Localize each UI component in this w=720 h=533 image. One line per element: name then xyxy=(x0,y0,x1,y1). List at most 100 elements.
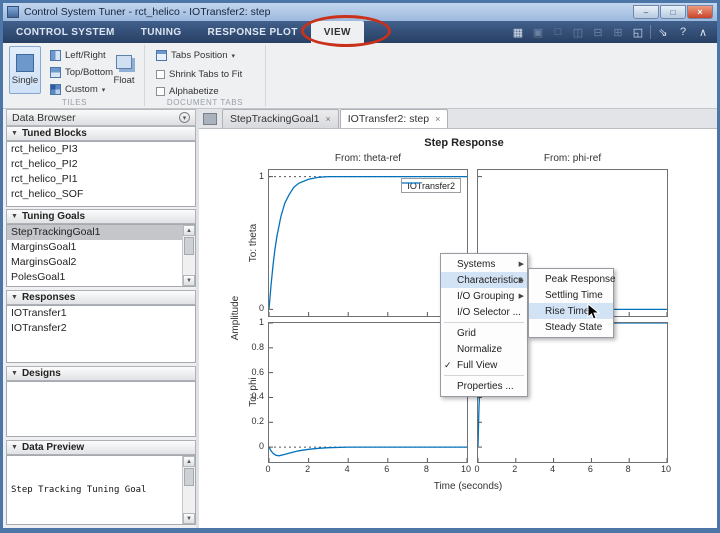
subplot-theta-ref-to-phi[interactable] xyxy=(268,322,468,463)
tile-single-icon[interactable]: □ xyxy=(550,24,566,40)
y-axis-label: Amplitude xyxy=(229,295,241,341)
section-header-tuned-blocks[interactable]: ▼ Tuned Blocks xyxy=(6,126,196,141)
scroll-down-icon[interactable]: ▼ xyxy=(183,275,195,286)
float-button[interactable]: Float xyxy=(109,46,139,94)
panel-menu-icon[interactable]: ▾ xyxy=(179,112,190,123)
titlebar[interactable]: Control System Tuner - rct_helico - IOTr… xyxy=(3,3,717,21)
x-tick-label: 0 xyxy=(265,464,271,474)
list-item[interactable]: rct_helico_PI2 xyxy=(7,157,195,172)
minimize-icon: – xyxy=(643,7,649,17)
x-tick-label: 6 xyxy=(384,464,390,474)
menu-item-characteristics[interactable]: Characteristics ▶ xyxy=(441,272,527,288)
menu-separator xyxy=(444,322,524,323)
menu-item-steady-state[interactable]: Steady State xyxy=(529,319,613,335)
single-tile-icon xyxy=(16,54,34,72)
single-tile-label: Single xyxy=(11,75,39,86)
maximize-button[interactable]: □ xyxy=(660,5,686,19)
top-bottom-button[interactable]: Top/Bottom xyxy=(47,65,116,80)
export-figure-icon[interactable]: ▦ xyxy=(510,24,526,40)
scroll-up-icon[interactable]: ▲ xyxy=(183,225,195,236)
menu-item-properties[interactable]: Properties ... xyxy=(441,378,527,394)
menu-item-systems[interactable]: Systems ▶ xyxy=(441,256,527,272)
close-tab-icon[interactable]: × xyxy=(435,114,440,124)
menu-item-grid[interactable]: Grid xyxy=(441,325,527,341)
scroll-up-icon[interactable]: ▲ xyxy=(183,456,195,467)
preview-line: Name: StepTrackingGoal1 xyxy=(11,523,191,524)
help-icon[interactable]: ? xyxy=(675,24,691,40)
tiles-section-label: TILES xyxy=(61,98,88,107)
scrollbar-thumb[interactable] xyxy=(184,468,194,486)
y-tick-label: 0.6 xyxy=(251,366,264,377)
doc-tab-iotransfer2-step[interactable]: IOTransfer2: step × xyxy=(339,109,449,128)
y-tick-label: 0 xyxy=(258,441,264,452)
tile-top-bottom-icon[interactable]: ⊟ xyxy=(590,24,606,40)
scrollbar[interactable]: ▲ ▼ xyxy=(182,225,195,286)
section-header-tuning-goals[interactable]: ▼ Tuning Goals xyxy=(6,209,196,224)
x-tick-label: 8 xyxy=(625,464,631,474)
list-item[interactable]: IOTransfer1 xyxy=(7,306,195,321)
list-item-selected[interactable]: StepTrackingGoal1 xyxy=(7,225,195,240)
tile-custom-icon[interactable]: ⊞ xyxy=(610,24,626,40)
collapse-arrow-icon: ▼ xyxy=(11,370,18,377)
menu-item-settling-time[interactable]: Settling Time xyxy=(529,287,613,303)
tile-left-right-icon[interactable]: ◫ xyxy=(570,24,586,40)
list-item[interactable]: rct_helico_SOF xyxy=(7,187,195,202)
section-header-designs[interactable]: ▼ Designs xyxy=(6,366,196,381)
close-button[interactable]: × xyxy=(687,5,713,19)
minimize-button[interactable]: – xyxy=(633,5,659,19)
x-tick-label: 2 xyxy=(305,464,311,474)
menu-separator xyxy=(444,375,524,376)
scroll-down-icon[interactable]: ▼ xyxy=(183,513,195,524)
menu-item-io-selector[interactable]: I/O Selector ... xyxy=(441,304,527,320)
tab-response-plot[interactable]: RESPONSE PLOT xyxy=(195,21,311,43)
plot-legend[interactable]: IOTransfer2 xyxy=(401,178,461,193)
alphabetize-checkbox[interactable]: Alphabetize xyxy=(153,84,222,99)
scrollbar[interactable]: ▲ ▼ xyxy=(182,456,195,524)
menu-item-peak-response[interactable]: Peak Response xyxy=(529,271,616,287)
doc-tab-steptrackinggoal1[interactable]: StepTrackingGoal1 × xyxy=(222,109,339,128)
single-tile-button[interactable]: Single xyxy=(9,46,41,94)
x-tick-label: 2 xyxy=(512,464,518,474)
tab-view[interactable]: VIEW xyxy=(310,21,364,43)
characteristics-submenu: Peak Response Settling Time Rise Time St… xyxy=(528,268,616,338)
list-item[interactable]: rct_helico_PI3 xyxy=(7,142,195,157)
chevron-down-icon: ▾ xyxy=(231,52,236,60)
tab-control-system[interactable]: CONTROL SYSTEM xyxy=(3,21,128,43)
data-browser-header: Data Browser ▾ xyxy=(6,109,196,126)
chevron-down-icon: ▾ xyxy=(101,86,106,94)
collapse-ribbon-icon[interactable]: ∧ xyxy=(695,24,711,40)
section-header-data-preview[interactable]: ▼ Data Preview xyxy=(6,440,196,455)
list-item[interactable]: IOTransfer2 xyxy=(7,321,195,336)
tuned-blocks-list: rct_helico_PI3 rct_helico_PI2 rct_helico… xyxy=(6,141,196,207)
menu-item-io-grouping[interactable]: I/O Grouping ▶ xyxy=(441,288,527,304)
section-header-responses[interactable]: ▼ Responses xyxy=(6,290,196,305)
list-item[interactable]: MarginsGoal1 xyxy=(7,240,195,255)
tabs-position-button[interactable]: Tabs Position ▾ xyxy=(153,48,238,63)
shrink-tabs-checkbox[interactable]: Shrink Tabs to Fit xyxy=(153,67,245,82)
subplot-theta-ref-to-theta[interactable]: IOTransfer2 xyxy=(268,169,468,317)
left-right-button[interactable]: Left/Right xyxy=(47,48,109,63)
float-window-icon[interactable]: ◱ xyxy=(630,24,646,40)
list-item[interactable]: PolesGoal1 xyxy=(7,270,195,285)
submenu-arrow-icon: ▶ xyxy=(518,277,524,284)
collapse-arrow-icon: ▼ xyxy=(11,444,18,451)
top-bottom-icon xyxy=(50,67,61,78)
collapse-arrow-icon: ▼ xyxy=(11,213,18,220)
list-item[interactable]: MarginsGoal2 xyxy=(7,255,195,270)
menu-item-rise-time[interactable]: Rise Time xyxy=(529,303,613,319)
collapse-arrow-icon: ▼ xyxy=(11,130,18,137)
menu-item-normalize[interactable]: Normalize xyxy=(441,341,527,357)
checkbox-icon xyxy=(156,70,165,79)
list-item[interactable]: rct_helico_PI1 xyxy=(7,172,195,187)
row-label-to-theta: To: theta xyxy=(247,223,259,263)
tab-tuning[interactable]: TUNING xyxy=(128,21,195,43)
data-browser-title: Data Browser xyxy=(12,111,76,124)
dock-icon[interactable]: ⇘ xyxy=(655,24,671,40)
scrollbar-thumb[interactable] xyxy=(184,237,194,255)
toolbar-separator xyxy=(650,25,651,39)
print-icon[interactable]: ▣ xyxy=(530,24,546,40)
document-layout-icon[interactable] xyxy=(203,113,217,125)
menu-item-full-view[interactable]: ✓ Full View xyxy=(441,357,527,373)
close-tab-icon[interactable]: × xyxy=(326,114,331,124)
custom-tiles-button[interactable]: Custom ▾ xyxy=(47,82,108,97)
